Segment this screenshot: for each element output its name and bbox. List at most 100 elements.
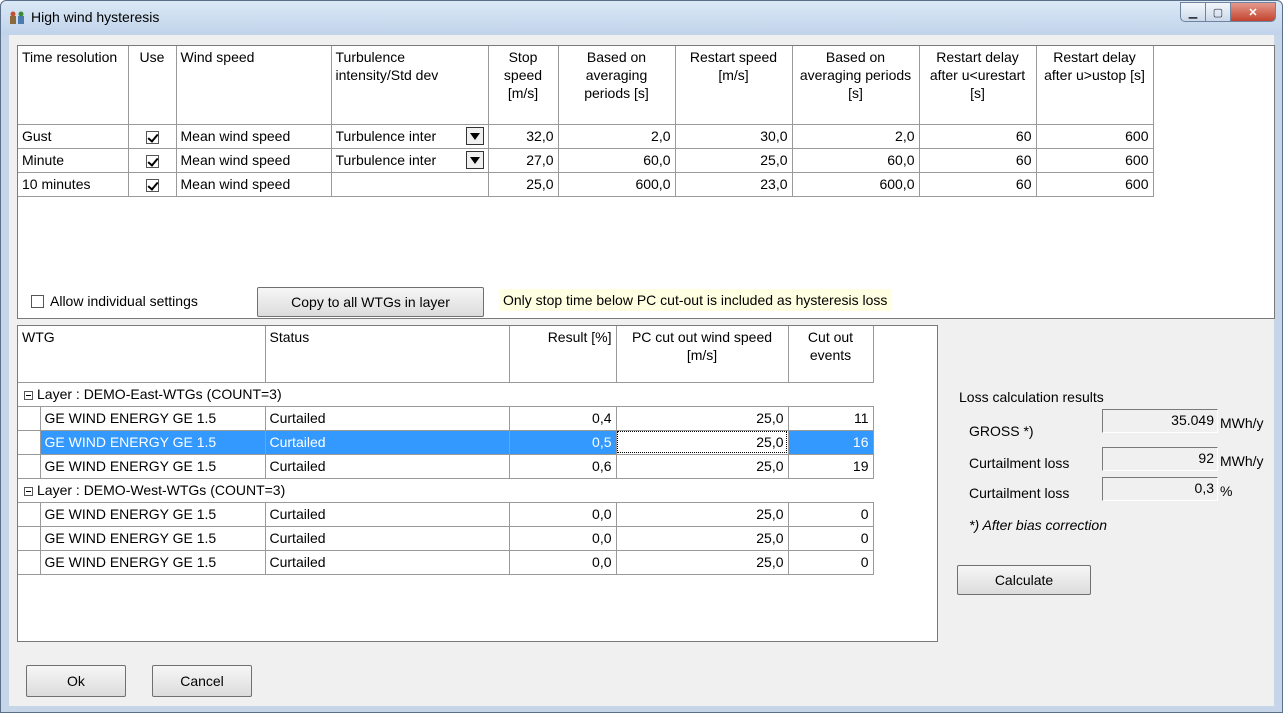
use-cell xyxy=(128,124,177,149)
col-time-resolution[interactable]: Time resolution xyxy=(18,46,129,125)
app-icon xyxy=(10,11,24,24)
turbulence-cell[interactable] xyxy=(331,172,489,197)
wtg-cell: GE WIND ENERGY GE 1.5 xyxy=(40,406,266,431)
pc-cut-out-cell[interactable]: 25,0 xyxy=(616,454,789,479)
col-restart-averaging[interactable]: Based on averaging periods [s] xyxy=(792,46,920,125)
col-stop-speed[interactable]: Stop speed [m/s] xyxy=(488,46,559,125)
bias-correction-note: *) After bias correction xyxy=(969,517,1107,533)
title-bar[interactable]: High wind hysteresis ▁ ▢ ✕ xyxy=(1,1,1282,35)
curtailment-loss-pct-label: Curtailment loss xyxy=(969,485,1070,501)
ok-button[interactable]: Ok xyxy=(26,665,126,697)
col-result[interactable]: Result [%] xyxy=(509,326,617,383)
layer-row-east[interactable]: Layer : DEMO-East-WTGs (COUNT=3) xyxy=(18,382,873,407)
curtailment-loss-pct-unit: % xyxy=(1220,483,1233,499)
cancel-button[interactable]: Cancel xyxy=(152,665,252,697)
restart-delay-above-cell[interactable]: 600 xyxy=(1036,148,1154,173)
restart-delay-above-cell[interactable]: 600 xyxy=(1036,172,1154,197)
allow-individual-settings[interactable]: Allow individual settings xyxy=(31,293,198,309)
status-cell: Curtailed xyxy=(265,406,510,431)
pc-cut-out-cell[interactable]: 25,0 xyxy=(616,430,789,455)
restart-speed-cell[interactable]: 25,0 xyxy=(675,148,793,173)
pc-cut-out-cell[interactable]: 25,0 xyxy=(616,502,789,527)
copy-to-all-button[interactable]: Copy to all WTGs in layer xyxy=(257,287,484,317)
status-cell: Curtailed xyxy=(265,430,510,455)
stop-speed-cell[interactable]: 25,0 xyxy=(488,172,559,197)
collapse-icon[interactable] xyxy=(24,486,33,496)
col-wind-speed[interactable]: Wind speed xyxy=(176,46,332,125)
layer-row-west[interactable]: Layer : DEMO-West-WTGs (COUNT=3) xyxy=(18,478,873,503)
restart-delay-below-cell[interactable]: 60 xyxy=(919,148,1037,173)
wind-speed-cell[interactable]: Mean wind speed xyxy=(176,124,332,149)
pc-cut-out-cell[interactable]: 25,0 xyxy=(616,550,789,575)
settings-row-minute: Minute Mean wind speed Turbulence inter … xyxy=(18,148,1154,173)
maximize-icon[interactable]: ▢ xyxy=(1205,2,1231,22)
gross-value: 35.049 xyxy=(1102,409,1218,433)
restart-speed-cell[interactable]: 30,0 xyxy=(675,124,793,149)
close-icon[interactable]: ✕ xyxy=(1230,2,1276,22)
use-checkbox[interactable] xyxy=(145,154,159,168)
calculate-button[interactable]: Calculate xyxy=(957,565,1091,595)
curtailment-loss-value: 92 xyxy=(1102,447,1218,471)
layer-cell: Layer : DEMO-West-WTGs (COUNT=3) xyxy=(18,478,873,503)
turbulence-value: Turbulence inter xyxy=(335,152,437,168)
wtg-cell: GE WIND ENERGY GE 1.5 xyxy=(40,526,266,551)
col-pc-cut-out[interactable]: PC cut out wind speed [m/s] xyxy=(616,326,789,383)
minimize-icon[interactable]: ▁ xyxy=(1180,2,1206,22)
col-restart-speed[interactable]: Restart speed [m/s] xyxy=(675,46,793,125)
stop-averaging-cell[interactable]: 60,0 xyxy=(558,148,676,173)
table-row[interactable]: GE WIND ENERGY GE 1.5 Curtailed 0,4 25,0… xyxy=(18,406,874,431)
table-row[interactable]: GE WIND ENERGY GE 1.5 Curtailed 0,0 25,0… xyxy=(18,526,874,551)
col-restart-delay-above[interactable]: Restart delay after u>ustop [s] xyxy=(1036,46,1154,125)
allow-individual-label: Allow individual settings xyxy=(50,293,198,309)
wtg-cell: GE WIND ENERGY GE 1.5 xyxy=(40,454,266,479)
indent-cell xyxy=(18,526,41,551)
use-checkbox[interactable] xyxy=(145,178,159,192)
table-row[interactable]: GE WIND ENERGY GE 1.5 Curtailed 0,0 25,0… xyxy=(18,550,874,575)
pc-cut-out-cell[interactable]: 25,0 xyxy=(616,406,789,431)
col-cut-out-events[interactable]: Cut out events xyxy=(788,326,874,383)
col-restart-delay-below[interactable]: Restart delay after u<urestart [s] xyxy=(919,46,1037,125)
result-cell: 0,4 xyxy=(509,406,617,431)
turbulence-cell: Turbulence inter xyxy=(331,148,489,173)
events-cell: 11 xyxy=(788,406,874,431)
table-row[interactable]: GE WIND ENERGY GE 1.5 Curtailed 0,0 25,0… xyxy=(18,502,874,527)
allow-individual-checkbox[interactable] xyxy=(31,294,44,308)
indent-cell xyxy=(18,454,41,479)
table-row-selected[interactable]: GE WIND ENERGY GE 1.5 Curtailed 0,5 25,0… xyxy=(18,430,874,455)
turbulence-dropdown[interactable]: Turbulence inter xyxy=(336,150,484,170)
gross-unit: MWh/y xyxy=(1220,415,1264,431)
status-cell: Curtailed xyxy=(265,526,510,551)
col-status[interactable]: Status xyxy=(265,326,510,383)
stop-speed-cell[interactable]: 27,0 xyxy=(488,148,559,173)
chevron-down-icon[interactable] xyxy=(465,151,484,169)
table-row[interactable]: GE WIND ENERGY GE 1.5 Curtailed 0,6 25,0… xyxy=(18,454,874,479)
collapse-icon[interactable] xyxy=(24,390,33,400)
restart-averaging-cell[interactable]: 600,0 xyxy=(792,172,920,197)
col-stop-averaging[interactable]: Based on averaging periods [s] xyxy=(558,46,676,125)
restart-averaging-cell[interactable]: 2,0 xyxy=(792,124,920,149)
events-cell: 0 xyxy=(788,526,874,551)
restart-delay-above-cell[interactable]: 600 xyxy=(1036,124,1154,149)
curtailment-loss-unit: MWh/y xyxy=(1220,453,1264,469)
restart-delay-below-cell[interactable]: 60 xyxy=(919,172,1037,197)
col-turbulence[interactable]: Turbulence intensity/Std dev xyxy=(331,46,489,125)
restart-delay-below-cell[interactable]: 60 xyxy=(919,124,1037,149)
col-use[interactable]: Use xyxy=(128,46,177,125)
restart-averaging-cell[interactable]: 60,0 xyxy=(792,148,920,173)
turbulence-cell: Turbulence inter xyxy=(331,124,489,149)
turbulence-value: Turbulence inter xyxy=(335,128,437,144)
time-resolution-cell: 10 minutes xyxy=(18,172,129,197)
use-checkbox[interactable] xyxy=(145,130,159,144)
restart-speed-cell[interactable]: 23,0 xyxy=(675,172,793,197)
stop-speed-cell[interactable]: 32,0 xyxy=(488,124,559,149)
hysteresis-note: Only stop time below PC cut-out is inclu… xyxy=(499,289,892,311)
wind-speed-cell[interactable]: Mean wind speed xyxy=(176,148,332,173)
pc-cut-out-cell[interactable]: 25,0 xyxy=(616,526,789,551)
chevron-down-icon[interactable] xyxy=(465,127,484,145)
wind-speed-cell[interactable]: Mean wind speed xyxy=(176,172,332,197)
stop-averaging-cell[interactable]: 600,0 xyxy=(558,172,676,197)
events-cell: 16 xyxy=(788,430,874,455)
turbulence-dropdown[interactable]: Turbulence inter xyxy=(336,126,484,146)
col-wtg[interactable]: WTG xyxy=(18,326,266,383)
stop-averaging-cell[interactable]: 2,0 xyxy=(558,124,676,149)
